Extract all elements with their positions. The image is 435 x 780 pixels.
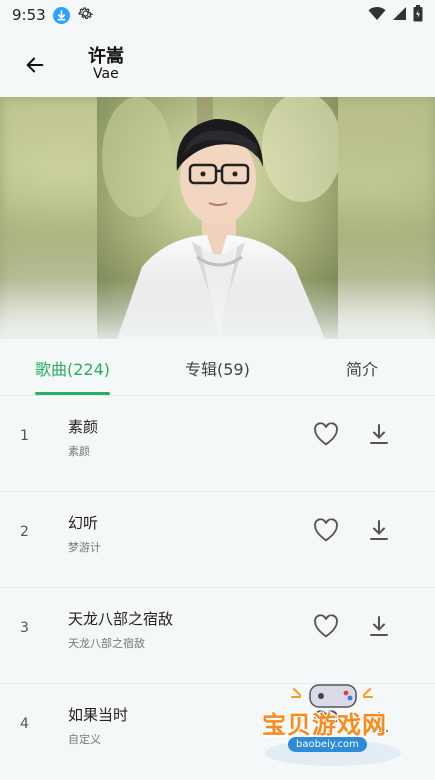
like-button[interactable] bbox=[311, 516, 341, 544]
download-icon bbox=[370, 424, 388, 444]
download-button[interactable] bbox=[366, 612, 392, 640]
song-index: 2 bbox=[20, 524, 29, 540]
watermark: 宝贝游戏网 baobeiy.com bbox=[258, 683, 408, 767]
status-bar: 9:53 bbox=[0, 0, 435, 30]
download-icon bbox=[370, 520, 388, 540]
song-title: 幻听 bbox=[68, 514, 99, 532]
download-icon bbox=[370, 616, 388, 636]
list-item[interactable]: 2 幻听 梦游计 bbox=[0, 492, 435, 588]
watermark-text: 宝贝游戏网 bbox=[262, 711, 387, 739]
status-left: 9:53 bbox=[12, 5, 94, 26]
banner-fade bbox=[0, 279, 435, 339]
tab-songs[interactable]: 歌曲(224) bbox=[35, 356, 110, 380]
artist-alias: Vae bbox=[93, 66, 119, 82]
wifi-icon bbox=[368, 6, 386, 25]
download-button[interactable] bbox=[366, 516, 392, 544]
like-button[interactable] bbox=[311, 612, 341, 640]
status-right bbox=[368, 4, 423, 26]
song-index: 1 bbox=[20, 428, 29, 444]
signal-icon bbox=[392, 6, 407, 25]
heart-icon bbox=[314, 518, 338, 542]
tab-indicator bbox=[35, 392, 110, 395]
song-album: 天龙八部之宿敌 bbox=[68, 637, 145, 650]
header: 许嵩 Vae bbox=[0, 36, 435, 94]
gear-icon bbox=[77, 5, 94, 26]
tab-bar: 歌曲(224) 专辑(59) 简介 bbox=[0, 340, 435, 396]
song-index: 4 bbox=[20, 716, 29, 732]
heart-icon bbox=[314, 614, 338, 638]
song-title: 天龙八部之宿敌 bbox=[68, 610, 174, 628]
song-title: 如果当时 bbox=[68, 706, 129, 724]
tab-intro[interactable]: 简介 bbox=[346, 356, 378, 380]
back-button[interactable] bbox=[16, 46, 54, 84]
list-item[interactable]: 1 素颜 素颜 bbox=[0, 396, 435, 492]
download-badge-icon bbox=[52, 6, 70, 24]
download-button[interactable] bbox=[366, 420, 392, 448]
like-button[interactable] bbox=[311, 420, 341, 448]
song-album: 自定义 bbox=[68, 733, 101, 746]
battery-icon bbox=[413, 4, 423, 26]
watermark-subtext: baobeiy.com bbox=[288, 737, 367, 752]
artist-banner bbox=[0, 97, 435, 339]
list-item[interactable]: 3 天龙八部之宿敌 天龙八部之宿敌 bbox=[0, 588, 435, 684]
artist-name: 许嵩 bbox=[88, 46, 124, 67]
arrow-left-icon bbox=[26, 57, 44, 73]
song-album: 素颜 bbox=[68, 445, 90, 458]
song-title: 素颜 bbox=[68, 418, 99, 436]
song-index: 3 bbox=[20, 620, 29, 636]
heart-icon bbox=[314, 422, 338, 446]
song-album: 梦游计 bbox=[68, 541, 101, 554]
tab-albums[interactable]: 专辑(59) bbox=[185, 356, 250, 380]
status-time: 9:53 bbox=[12, 6, 46, 24]
